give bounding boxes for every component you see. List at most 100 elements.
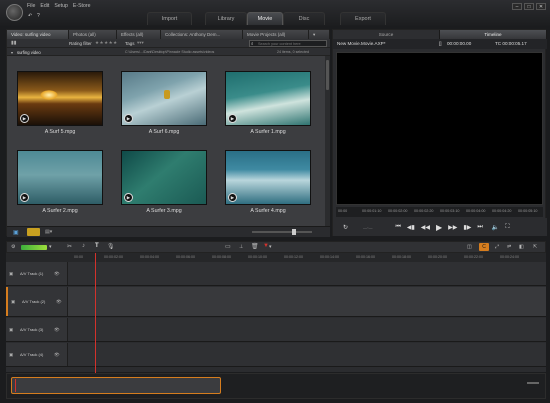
player-ruler[interactable]: 00:00 00:00:01:10 00:00:02:00 00:00:02:2…: [336, 207, 543, 217]
track-eye-icon[interactable]: 👁: [56, 299, 62, 305]
library-item[interactable]: ▶ A Surfer 1.mpg: [225, 71, 311, 135]
thumbnail[interactable]: ▶: [225, 150, 311, 205]
navigator-scroll-end[interactable]: [527, 382, 539, 384]
grid-view-icon[interactable]: [27, 228, 40, 236]
thumbnail[interactable]: ▶: [17, 71, 103, 126]
play-icon[interactable]: ▶: [20, 193, 29, 202]
play-icon[interactable]: ▶: [20, 114, 29, 123]
in-point-icon[interactable]: []: [439, 39, 442, 49]
fullscreen-icon[interactable]: ⛶: [505, 224, 509, 231]
track-eye-icon[interactable]: 👁: [54, 327, 60, 333]
track-content[interactable]: [68, 318, 546, 341]
menu-edit[interactable]: Edit: [40, 3, 49, 9]
play-icon[interactable]: ▶: [124, 114, 133, 123]
library-tab-collections[interactable]: Collections: Anthony Dem...: [161, 30, 243, 39]
maximize-icon[interactable]: □: [524, 3, 534, 10]
track-options-icon[interactable]: ◧: [519, 244, 524, 250]
thumbnail[interactable]: ▶: [121, 150, 207, 205]
folder-expand-icon[interactable]: ▾: [11, 50, 13, 55]
loop-icon[interactable]: ↻: [343, 224, 348, 231]
volume-dropdown-icon[interactable]: ▾: [49, 244, 52, 250]
rewind-icon[interactable]: ◀◀: [421, 224, 430, 231]
library-item[interactable]: ▶ A Surf 5.mpg: [17, 71, 103, 135]
tab-source[interactable]: Source: [333, 30, 440, 39]
menu-setup[interactable]: Setup: [54, 3, 68, 9]
thumbnail[interactable]: ▶: [121, 71, 207, 126]
step-back-icon[interactable]: ◀▮: [407, 224, 415, 231]
track-row[interactable]: ▣ A/V Track (2) 👁: [6, 287, 546, 317]
import-icon[interactable]: ▣: [13, 229, 19, 236]
playhead[interactable]: [95, 253, 96, 375]
library-tab-photos[interactable]: Photos (all): [69, 30, 117, 39]
storyboard-icon[interactable]: ▭: [225, 243, 231, 250]
tags-dropdown-icon[interactable]: ▾▾▾: [137, 40, 144, 46]
minimize-icon[interactable]: –: [512, 3, 522, 10]
timeline-ruler[interactable]: 00:00 00:00:02:00 00:00:04:00 00:00:06:0…: [6, 253, 546, 262]
preview-screen[interactable]: [336, 52, 543, 205]
tab-timeline[interactable]: Timeline: [440, 30, 547, 39]
audio-icon[interactable]: ♪: [82, 243, 85, 249]
track-row[interactable]: ▣ A/V Track (3) 👁: [6, 318, 546, 342]
link-icon[interactable]: ⇌: [507, 244, 511, 250]
menu-estore[interactable]: E-Store: [73, 3, 91, 9]
shuttle-icon[interactable]: —◦—: [363, 225, 372, 230]
track-eye-icon[interactable]: 👁: [54, 352, 60, 358]
menu-file[interactable]: File: [27, 3, 35, 9]
library-tab-video[interactable]: Video: surfing video: [7, 30, 69, 39]
rating-stars-icon[interactable]: ★★★★★: [95, 40, 118, 46]
help-icon[interactable]: ?: [37, 14, 42, 19]
track-header[interactable]: ▣ A/V Track (3) 👁: [6, 318, 68, 341]
track-row[interactable]: ▣ A/V Track (1) 👁: [6, 262, 546, 286]
scissors-icon[interactable]: ✂: [67, 243, 72, 250]
volume-icon[interactable]: 🔈: [492, 224, 499, 231]
thumbnail[interactable]: ▶: [225, 71, 311, 126]
library-tab-more[interactable]: ▾: [309, 30, 330, 39]
zoom-out-icon[interactable]: ◫: [467, 244, 472, 250]
library-item[interactable]: ▶ A Surfer 3.mpg: [121, 150, 207, 214]
ripple-icon[interactable]: ⤢: [495, 244, 499, 250]
track-content[interactable]: [68, 343, 546, 366]
search-input[interactable]: ⌕ Search your content here: [249, 40, 327, 47]
tab-import[interactable]: Import: [147, 12, 192, 25]
play-icon[interactable]: ▶: [228, 193, 237, 202]
library-item[interactable]: ▶ A Surfer 4.mpg: [225, 150, 311, 214]
library-item[interactable]: ▶ A Surfer 2.mpg: [17, 150, 103, 214]
settings-icon[interactable]: ⚙: [11, 244, 15, 250]
tab-library[interactable]: Library: [205, 12, 247, 25]
track-header[interactable]: ▣ A/V Track (2) 👁: [6, 287, 68, 316]
play-button-icon[interactable]: ▶: [436, 223, 442, 232]
play-icon[interactable]: ▶: [228, 114, 237, 123]
title-text-icon[interactable]: T: [95, 243, 99, 249]
undo-icon[interactable]: ↶: [28, 14, 33, 19]
thumbnail[interactable]: ▶: [17, 150, 103, 205]
track-row[interactable]: ▣ A/V Track (4) 👁: [6, 343, 546, 367]
track-content[interactable]: [68, 287, 546, 316]
marker-dropdown-icon[interactable]: ▾: [269, 244, 272, 250]
track-header[interactable]: ▣ A/V Track (4) 👁: [6, 343, 68, 366]
library-item[interactable]: ▶ A Surf 6.mpg: [121, 71, 207, 135]
tab-movie[interactable]: Movie: [247, 12, 283, 25]
expand-icon[interactable]: ⇱: [533, 244, 537, 250]
view-options-icon[interactable]: ▤▾: [45, 229, 52, 235]
close-icon[interactable]: ✕: [536, 3, 546, 10]
track-content[interactable]: [68, 262, 546, 285]
tab-export[interactable]: Export: [340, 12, 386, 25]
microphone-icon[interactable]: 🎙: [107, 243, 115, 250]
timeline-navigator[interactable]: [6, 373, 546, 399]
tab-disc[interactable]: Disc: [283, 12, 325, 25]
play-icon[interactable]: ▶: [124, 193, 133, 202]
go-to-start-icon[interactable]: ⏮: [395, 224, 400, 231]
fast-forward-icon[interactable]: ▶▶: [448, 224, 457, 231]
track-eye-icon[interactable]: 👁: [54, 271, 60, 277]
razor-icon[interactable]: ⊥: [239, 244, 243, 250]
view-toggle-icon[interactable]: ▮▮: [11, 40, 17, 46]
zoom-slider[interactable]: [252, 229, 312, 235]
tags-label[interactable]: Tags: [125, 41, 135, 46]
track-header[interactable]: ▣ A/V Track (1) 👁: [6, 262, 68, 285]
magnet-icon[interactable]: C: [479, 243, 489, 251]
scrollbar-thumb[interactable]: [326, 60, 329, 90]
go-to-end-icon[interactable]: ⏭: [477, 224, 482, 231]
library-scrollbar[interactable]: [325, 56, 330, 226]
step-forward-icon[interactable]: ▮▶: [463, 224, 471, 231]
library-tab-movie-projects[interactable]: Movie Projects (all): [243, 30, 309, 39]
